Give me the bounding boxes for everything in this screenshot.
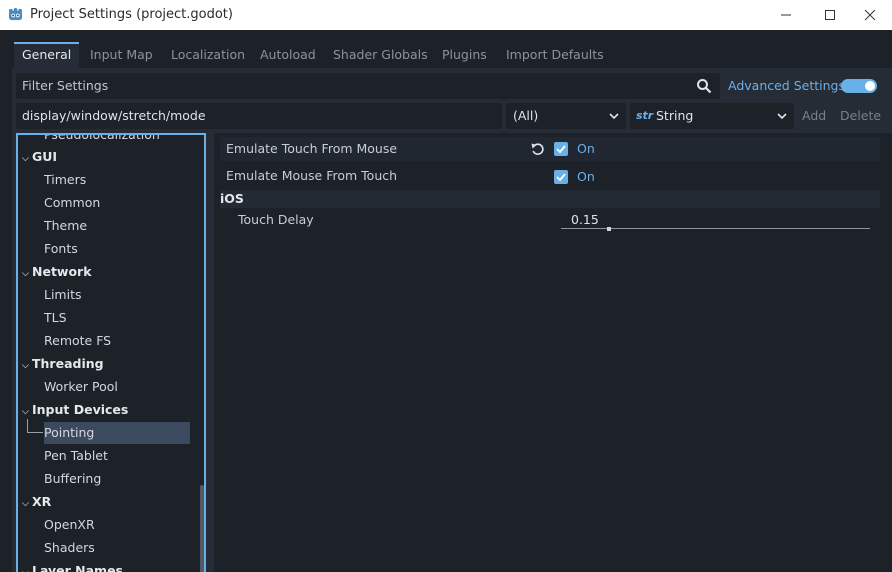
tree-item-fonts[interactable]: Fonts [44, 238, 78, 260]
tree-item-worker-pool[interactable]: Worker Pool [44, 376, 118, 398]
tree-item-timers[interactable]: Timers [44, 169, 86, 191]
tree-item-label: Pen Tablet [44, 448, 108, 463]
chevron-down-icon [777, 113, 787, 120]
tab-autoload[interactable]: Autoload [252, 42, 324, 68]
tree-item-label: Remote FS [44, 333, 112, 348]
maximize-button[interactable] [808, 0, 852, 30]
close-icon [864, 9, 876, 21]
window-title: Project Settings (project.godot) [30, 7, 233, 22]
tab-plugins[interactable]: Plugins [434, 42, 495, 68]
tree-item-pointing[interactable]: Pointing [44, 422, 190, 444]
property-label: Emulate Mouse From Touch [226, 168, 398, 183]
tree-item-buffering[interactable]: Buffering [44, 468, 101, 490]
property-label: Emulate Touch From Mouse [226, 141, 398, 156]
tree-item-label: TLS [44, 310, 67, 325]
tree-item-tls[interactable]: TLS [44, 307, 67, 329]
tree-item-label: XR [32, 494, 52, 509]
tree-item-theme[interactable]: Theme [44, 215, 87, 237]
property-path-input[interactable]: display/window/stretch/mode [16, 103, 502, 129]
tree-item-limits[interactable]: Limits [44, 284, 82, 306]
tree-item-label: Common [44, 195, 101, 210]
search-icon [697, 79, 712, 94]
tree-item-shaders[interactable]: Shaders [44, 537, 95, 559]
tree-category-input-devices[interactable]: ⌵ Input Devices [22, 399, 128, 421]
tree-item-pseudolocalization[interactable]: Pseudolocalization [44, 133, 160, 146]
section-ios-label: iOS [220, 191, 244, 206]
revert-icon[interactable] [530, 141, 546, 157]
tree-item-label: Worker Pool [44, 379, 118, 394]
property-label: Touch Delay [238, 212, 314, 227]
tab-general[interactable]: General [14, 42, 80, 68]
emulate-mouse-value[interactable]: On [577, 169, 595, 184]
collapse-arrow-icon: ⌵ [22, 361, 29, 371]
tree-connector-line [27, 432, 43, 433]
collapse-arrow-icon: ⌵ [22, 154, 29, 164]
advanced-settings-label[interactable]: Advanced Settings [728, 78, 845, 93]
tree-item-label: Input Devices [32, 402, 129, 417]
emulate-touch-value[interactable]: On [577, 141, 595, 156]
filter-placeholder: Filter Settings [22, 78, 109, 93]
tree-item-label: Limits [44, 287, 82, 302]
tree-category-gui[interactable]: ⌵ GUI [22, 146, 57, 168]
minimize-button[interactable] [764, 0, 808, 30]
minimize-icon [781, 14, 791, 16]
collapse-arrow-icon: ⌵ [22, 499, 29, 509]
checkmark-icon [556, 145, 566, 154]
tree-item-label: Network [32, 264, 92, 279]
advanced-settings-toggle[interactable] [841, 79, 877, 93]
godot-logo-icon [8, 7, 23, 21]
collapse-arrow-icon: ⌵ [22, 269, 29, 279]
touch-delay-value[interactable]: 0.15 [571, 212, 599, 227]
string-type-icon: str [636, 109, 654, 122]
type-dropdown-value: String [656, 108, 694, 123]
tree-item-label: Pseudolocalization [44, 133, 160, 142]
tab-import-defaults[interactable]: Import Defaults [498, 42, 612, 68]
tree-category-xr[interactable]: ⌵ XR [22, 491, 51, 513]
tree-category-network[interactable]: ⌵ Network [22, 261, 92, 283]
tab-bar: General Input Map Localization Autoload … [0, 30, 892, 68]
property-emulate-touch-from-mouse[interactable]: Emulate Touch From Mouse [220, 137, 880, 161]
emulate-mouse-checkbox[interactable] [554, 170, 568, 184]
tree-item-label: Buffering [44, 471, 102, 486]
toggle-knob [865, 81, 875, 91]
section-tree[interactable]: Pseudolocalization ⌵ GUI Timers Common Th… [16, 133, 206, 572]
tree-item-openxr[interactable]: OpenXR [44, 514, 95, 536]
filter-settings-input[interactable]: Filter Settings [16, 73, 720, 99]
maximize-icon [825, 10, 835, 20]
tree-item-label: GUI [32, 149, 58, 164]
tree-connector-line [27, 419, 28, 433]
tree-item-label: Threading [32, 356, 104, 371]
tab-localization[interactable]: Localization [163, 42, 253, 68]
feature-dropdown[interactable]: (All) [506, 103, 626, 129]
section-ios: iOS [220, 190, 880, 208]
tree-item-label: Pointing [44, 425, 95, 440]
title-bar: Project Settings (project.godot) [0, 0, 892, 30]
tree-item-common[interactable]: Common [44, 192, 100, 214]
tree-item-label: Timers [44, 172, 87, 187]
type-dropdown[interactable]: str String [630, 103, 794, 129]
tree-item-pen-tablet[interactable]: Pen Tablet [44, 445, 108, 467]
touch-delay-slider-grabber[interactable] [607, 227, 611, 231]
chevron-down-icon [609, 113, 619, 120]
close-button[interactable] [848, 0, 892, 30]
property-emulate-mouse-from-touch[interactable]: Emulate Mouse From Touch [220, 164, 880, 188]
tab-input-map[interactable]: Input Map [82, 42, 161, 68]
tree-item-label: Theme [44, 218, 88, 233]
tree-category-threading[interactable]: ⌵ Threading [22, 353, 104, 375]
emulate-touch-checkbox[interactable] [554, 142, 568, 156]
tree-item-label: Fonts [44, 241, 78, 256]
tree-item-label: Shaders [44, 540, 95, 555]
delete-button[interactable]: Delete [840, 108, 881, 123]
add-button[interactable]: Add [802, 108, 826, 123]
tree-item-label: Layer Names [32, 563, 123, 572]
tree-category-layer-names[interactable]: ⌵Layer Names [22, 560, 123, 572]
feature-dropdown-value: (All) [513, 108, 539, 123]
property-path-value: display/window/stretch/mode [22, 108, 206, 123]
collapse-arrow-icon: ⌵ [22, 562, 32, 572]
tree-scrollbar[interactable] [200, 485, 204, 572]
tree-item-label: OpenXR [44, 517, 95, 532]
checkmark-icon [556, 173, 566, 182]
tree-item-remote-fs[interactable]: Remote FS [44, 330, 111, 352]
tab-shader-globals[interactable]: Shader Globals [325, 42, 436, 68]
